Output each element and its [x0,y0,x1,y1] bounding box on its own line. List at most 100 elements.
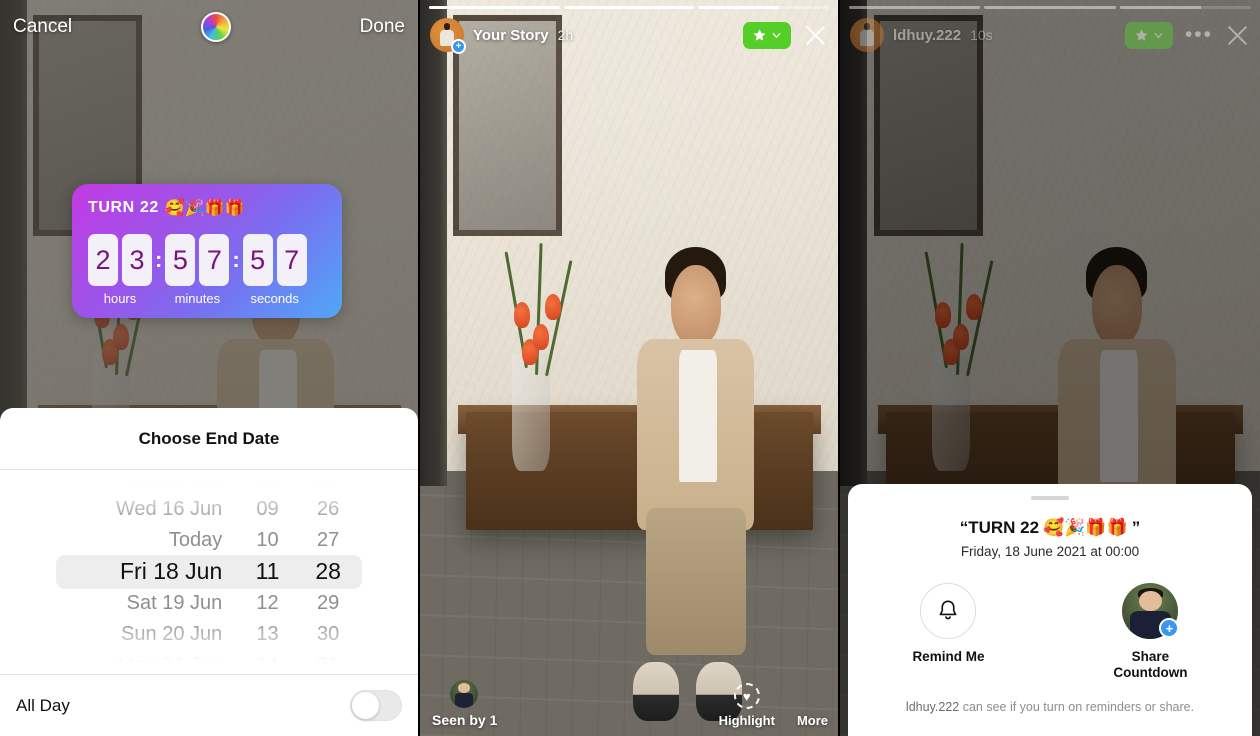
countdown-digits: 2 3 hours : 5 7 minutes : 5 7 seconds [88,234,326,306]
progress-segment [698,6,830,9]
progress-segment [429,6,560,9]
hours-digit-1: 2 [88,234,118,286]
sheet-grabber[interactable] [1031,496,1069,500]
date-picker[interactable]: Mon 14 Jun 07 24 Tue 15 Jun 08 25 Wed 16… [0,470,418,674]
progress-segment [849,6,981,9]
progress-segment [1119,6,1251,9]
picker-minute: 25 [316,470,340,489]
picker-date: Today [168,529,223,552]
hours-unit-label: hours [103,291,137,306]
heart-icon: ♥ [733,683,760,709]
countdown-title-text: TURN 22 [88,199,159,216]
share-countdown-label-line2: Countdown [1113,664,1188,680]
panel-countdown-editor: Cancel Done TURN 22 🥰🎉🎁🎁 2 3 hours : 5 7… [0,0,418,736]
picker-hour: 11 [255,558,280,585]
screenshot-stage: Cancel Done TURN 22 🥰🎉🎁🎁 2 3 hours : 5 7… [0,0,1260,736]
cancel-button[interactable]: Cancel [13,16,72,38]
share-avatar: + [1122,583,1180,639]
all-day-toggle[interactable] [350,690,402,721]
countdown-sticker[interactable]: TURN 22 🥰🎉🎁🎁 2 3 hours : 5 7 minutes: 5… [72,184,342,318]
close-icon[interactable] [803,23,828,48]
picker-minute: 27 [316,529,340,552]
star-icon [753,28,766,41]
more-dots-icon[interactable]: ••• [1185,24,1213,45]
countdown-name-emojis: 🥰🎉🎁🎁 [1043,518,1128,537]
countdown-end-date: Friday, 18 June 2021 at 00:00 [960,544,1140,559]
note-rest: can see if you turn on reminders or shar… [959,700,1195,715]
story-username[interactable]: Your Story [473,27,549,44]
picker-row[interactable]: Tue 15 Jun 08 25 [0,470,418,494]
seconds-digit-1: 5 [242,234,273,286]
picker-row[interactable]: Today 10 27 [0,525,418,556]
countdown-privacy-note: ldhuy.222 can see if you turn on reminde… [906,700,1194,714]
highlight-button[interactable]: ♥ Highlight [719,683,775,728]
editor-top-bar: Cancel Done [0,0,418,54]
add-story-badge-icon[interactable]: + [451,39,466,54]
progress-segment [563,6,695,9]
avatar[interactable] [850,18,884,52]
choose-end-date-sheet: Choose End Date Mon 14 Jun 07 24 Tue 15 … [0,408,418,736]
hours-digit-2: 3 [122,234,152,286]
plus-badge-icon: + [1159,618,1180,638]
seconds-digit-2: 7 [276,234,307,286]
picker-row[interactable]: Mon 21 Jun 14 31 [0,650,418,674]
colon-separator-1: : [155,247,163,272]
star-icon [1135,28,1148,41]
highlight-label: Highlight [718,713,775,728]
picker-row-selected[interactable]: Fri 18 Jun 11 28 [0,556,418,587]
all-day-row: All Day [0,674,418,736]
seen-by-group[interactable]: Seen by 1 [432,680,497,728]
story-footer: Seen by 1 ♥ Highlight More [420,668,838,730]
countdown-title: TURN 22 🥰🎉🎁🎁 [88,198,326,218]
picker-date: Sat 19 Jun [126,591,223,614]
countdown-title-emojis: 🥰🎉🎁🎁 [164,200,245,217]
picker-hour: 14 [256,654,279,674]
story-username[interactable]: ldhuy.222 [893,27,961,44]
close-icon[interactable] [1225,23,1250,48]
story-header: + Your Story 2h [430,16,828,54]
picker-minute: 28 [315,558,341,585]
seen-by-label[interactable]: Seen by 1 [432,712,497,728]
more-button[interactable]: More [797,683,828,728]
panel-countdown-detail: ldhuy.222 10s ••• TURN 22 [840,0,1260,736]
close-friends-button[interactable] [1124,21,1173,49]
story-progress-bars [849,6,1251,9]
bell-icon [920,583,977,639]
colon-separator-2: : [232,247,240,272]
minutes-unit-label: minutes [174,291,221,306]
sheet-title: Choose End Date [0,408,418,470]
remind-me-button[interactable]: Remind Me [912,583,984,680]
story-timestamp: 10s [970,27,993,43]
note-username: ldhuy.222 [905,700,960,715]
picker-date: Wed 16 Jun [115,497,223,520]
story-header: ldhuy.222 10s ••• [850,16,1250,54]
avatar[interactable]: + [430,18,466,54]
picker-minute: 29 [316,591,340,614]
progress-segment [984,6,1116,9]
remind-me-label: Remind Me [912,649,985,664]
picker-row[interactable]: Sat 19 Jun 12 29 [0,588,418,619]
share-countdown-button[interactable]: + Share Countdown [1113,583,1188,680]
panel-own-story: + Your Story 2h TURN 22 [420,0,838,736]
chevron-down-icon [772,32,781,38]
chevron-down-icon [1154,32,1163,38]
picker-hour: 09 [256,497,279,520]
picker-row[interactable]: Sun 20 Jun 13 30 [0,619,418,650]
picker-minute: 31 [316,654,340,674]
countdown-minutes-group: 5 7 minutes [165,234,230,306]
color-wheel-icon[interactable] [200,12,231,42]
story-photo-background [420,0,838,736]
countdown-name-title: “TURN 22 🥰🎉🎁🎁 ” [960,518,1141,538]
picker-rows: Mon 14 Jun 07 24 Tue 15 Jun 08 25 Wed 16… [0,470,418,674]
story-progress-bars [429,6,830,9]
picker-minute: 30 [316,623,340,646]
minutes-digit-2: 7 [199,234,230,286]
done-button[interactable]: Done [360,16,405,38]
seconds-unit-label: seconds [250,291,299,306]
picker-date: Mon 21 Jun [117,654,223,674]
picker-hour: 08 [256,470,279,489]
countdown-seconds-group: 5 7 seconds [242,234,307,306]
picker-row[interactable]: Wed 16 Jun 09 26 [0,494,418,525]
minutes-digit-1: 5 [165,234,196,286]
close-friends-button[interactable] [743,21,791,49]
